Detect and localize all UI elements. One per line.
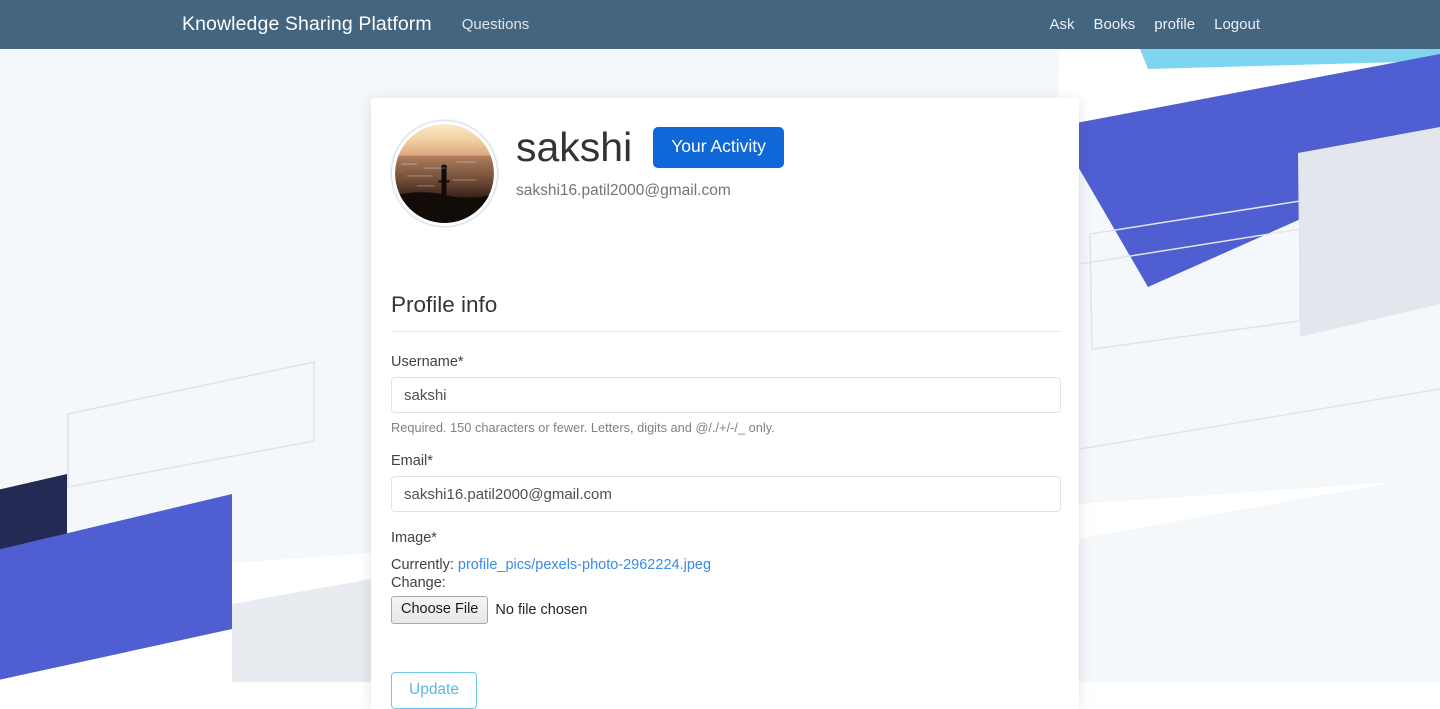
email-label: Email* — [391, 453, 433, 469]
email-input[interactable] — [391, 476, 1061, 512]
profile-identity: sakshi Your Activity sakshi16.patil2000@… — [516, 120, 1061, 200]
avatar-image — [395, 124, 494, 223]
pale-wedge-bottom-shape — [1078, 474, 1440, 682]
gray-panel-right-shape — [1298, 127, 1440, 337]
profile-card: sakshi Your Activity sakshi16.patil2000@… — [371, 98, 1079, 709]
profile-name-row: sakshi Your Activity — [516, 124, 1061, 170]
navbar-left-links: Questions — [462, 16, 530, 33]
current-image-link[interactable]: profile_pics/pexels-photo-2962224.jpeg — [458, 557, 711, 573]
image-field-group: Image* Currently: profile_pics/pexels-ph… — [391, 530, 1061, 624]
profile-header: sakshi Your Activity sakshi16.patil2000@… — [391, 120, 1061, 238]
choose-file-button[interactable]: Choose File — [391, 596, 489, 624]
profile-email-text: sakshi16.patil2000@gmail.com — [516, 182, 731, 200]
nav-link-ask[interactable]: Ask — [1050, 16, 1075, 33]
profile-info-heading: Profile info — [391, 292, 1061, 332]
change-label: Change: — [391, 575, 446, 591]
profile-info-form: Username* Required. 150 characters or fe… — [391, 354, 1061, 709]
username-help-text: Required. 150 characters or fewer. Lette… — [391, 420, 775, 435]
navbar-right-links: Ask Books profile Logout — [1050, 16, 1260, 33]
nav-link-questions[interactable]: Questions — [462, 16, 530, 33]
currently-label: Currently: — [391, 557, 454, 573]
username-field-group: Username* Required. 150 characters or fe… — [391, 354, 1061, 435]
username-input[interactable] — [391, 377, 1061, 413]
navbar-brand[interactable]: Knowledge Sharing Platform — [182, 13, 432, 36]
your-activity-button[interactable]: Your Activity — [653, 127, 784, 168]
nav-link-profile[interactable]: profile — [1154, 16, 1195, 33]
avatar-photo-icon — [395, 124, 494, 223]
page-title: sakshi — [516, 124, 633, 170]
gray-panel-left-shape — [232, 579, 371, 682]
avatar — [391, 120, 498, 227]
nav-link-books[interactable]: Books — [1094, 16, 1136, 33]
file-input-row: Choose File No file chosen — [391, 596, 1061, 624]
username-label: Username* — [391, 354, 464, 370]
email-field-group: Email* — [391, 453, 1061, 512]
update-button[interactable]: Update — [391, 671, 477, 709]
nav-link-logout[interactable]: Logout — [1214, 16, 1260, 33]
image-label: Image* — [391, 530, 437, 546]
no-file-chosen-text: No file chosen — [495, 601, 588, 618]
current-image-row: Currently: profile_pics/pexels-photo-296… — [391, 557, 1061, 573]
top-navigation-bar: Knowledge Sharing Platform Questions Ask… — [0, 0, 1440, 49]
